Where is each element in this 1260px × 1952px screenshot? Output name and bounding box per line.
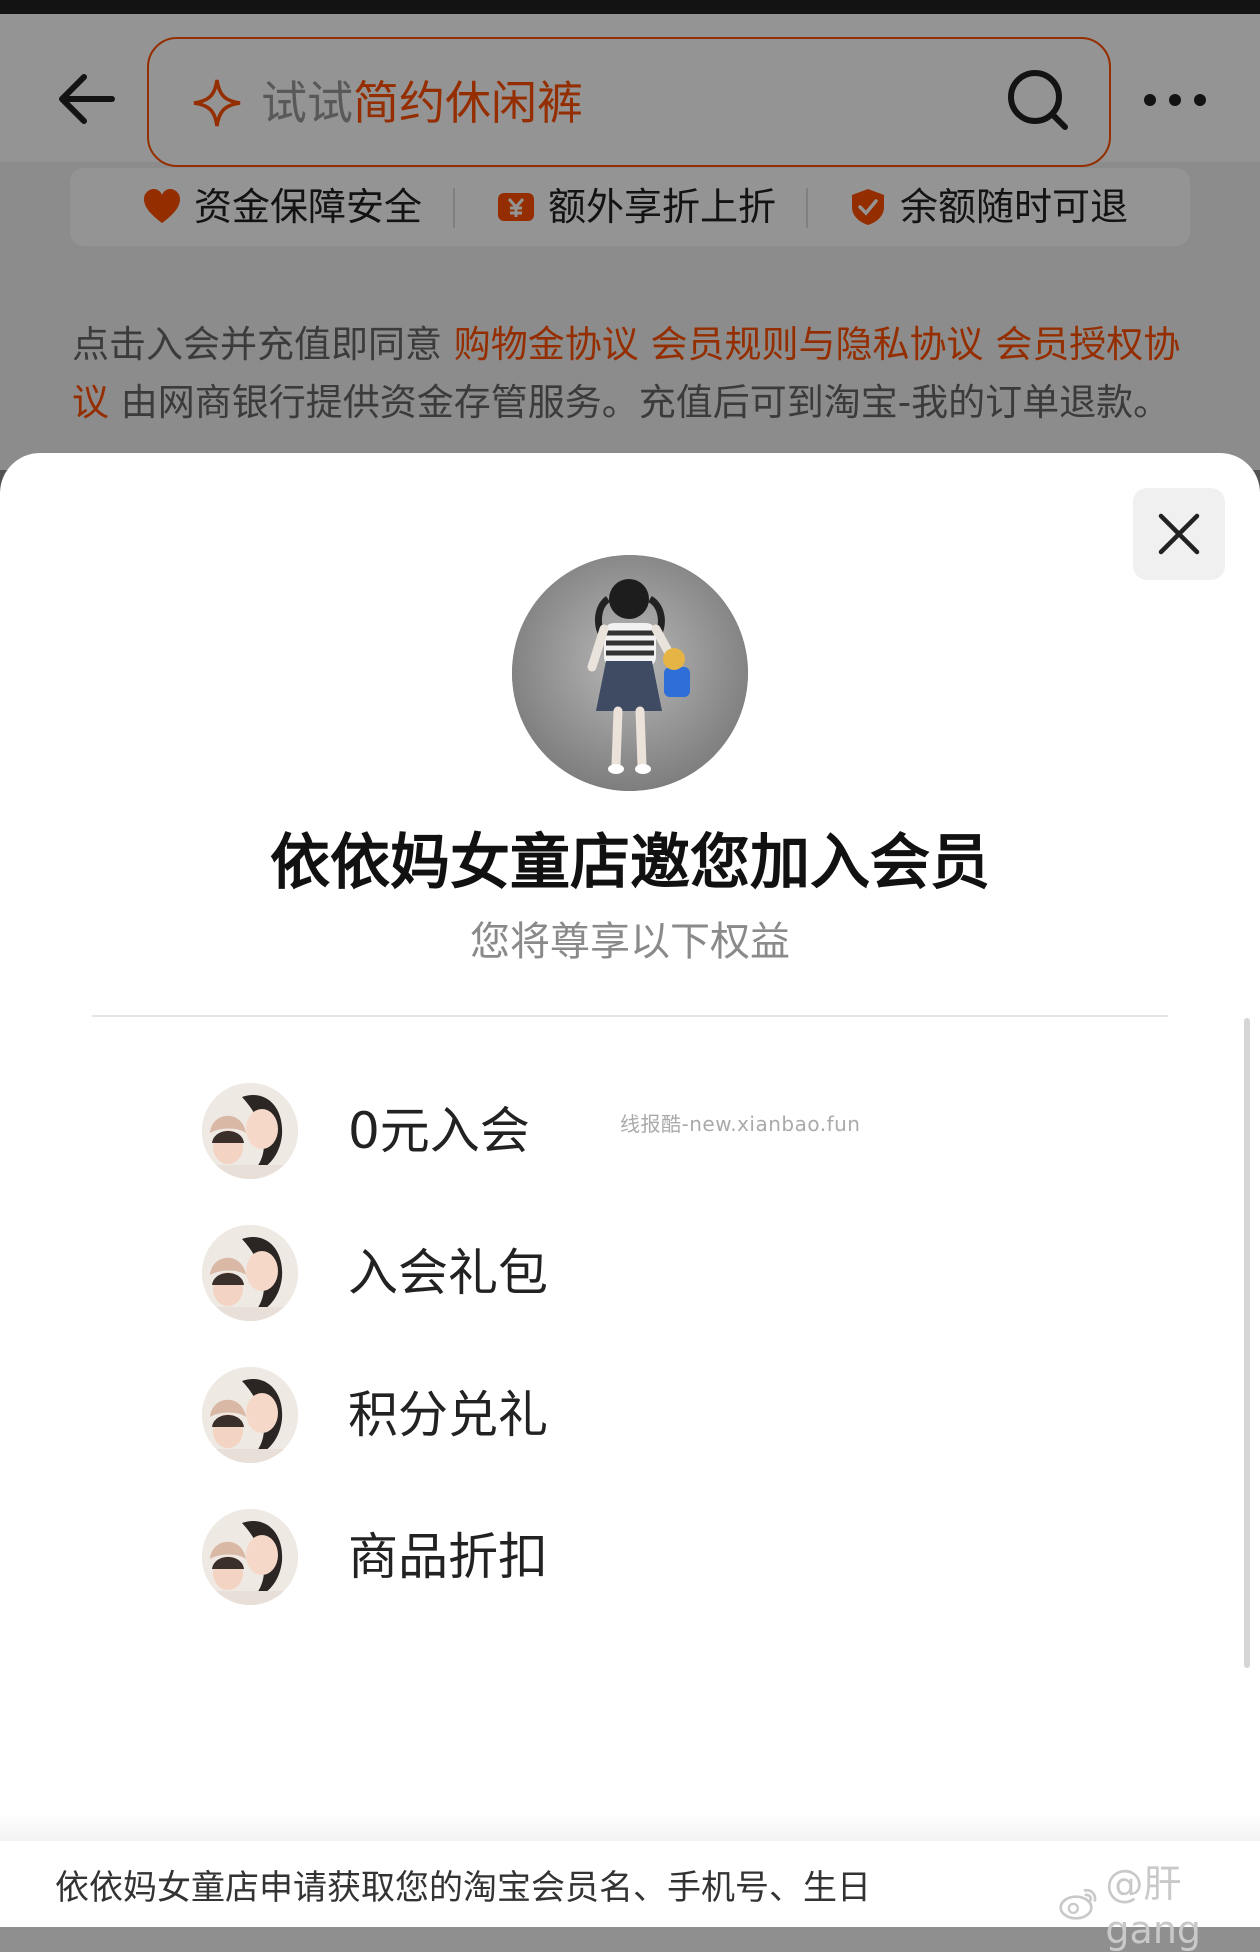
modal-subtitle: 您将尊享以下权益 — [470, 919, 790, 965]
benefit-label: 入会礼包 — [348, 1244, 548, 1302]
benefit-avatar — [202, 1367, 298, 1463]
shop-avatar — [512, 555, 748, 791]
weibo-handle: @肝gang — [1105, 1862, 1202, 1952]
benefit-avatar — [202, 1083, 298, 1179]
divider — [92, 1015, 1168, 1017]
weibo-watermark: @肝gang — [1058, 1853, 1260, 1952]
section-separator — [0, 1813, 1260, 1841]
benefit-item: 入会礼包 — [202, 1225, 1102, 1325]
benefit-label: 商品折扣 — [348, 1528, 548, 1586]
weibo-icon — [1059, 1888, 1097, 1920]
scrollbar[interactable] — [1244, 1018, 1250, 1668]
benefit-avatar — [202, 1225, 298, 1321]
benefit-avatar — [202, 1509, 298, 1605]
consent-text: 依依妈女童店申请获取您的淘宝会员名、手机号、生日 — [55, 1868, 871, 1908]
modal-title: 依依妈女童店邀您加入会员 — [270, 828, 990, 898]
membership-modal: 依依妈女童店邀您加入会员 您将尊享以下权益 0元入会 入会礼包 积分兑礼 商品折… — [0, 453, 1260, 1952]
benefit-label: 积分兑礼 — [348, 1386, 548, 1444]
benefit-label: 0元入会 — [348, 1102, 530, 1160]
close-icon — [1158, 513, 1200, 555]
benefit-item: 商品折扣 — [202, 1509, 1102, 1609]
benefit-item: 积分兑礼 — [202, 1367, 1102, 1467]
close-button[interactable] — [1133, 488, 1225, 580]
watermark-text: 线报酷-new.xianbao.fun — [620, 1112, 861, 1136]
